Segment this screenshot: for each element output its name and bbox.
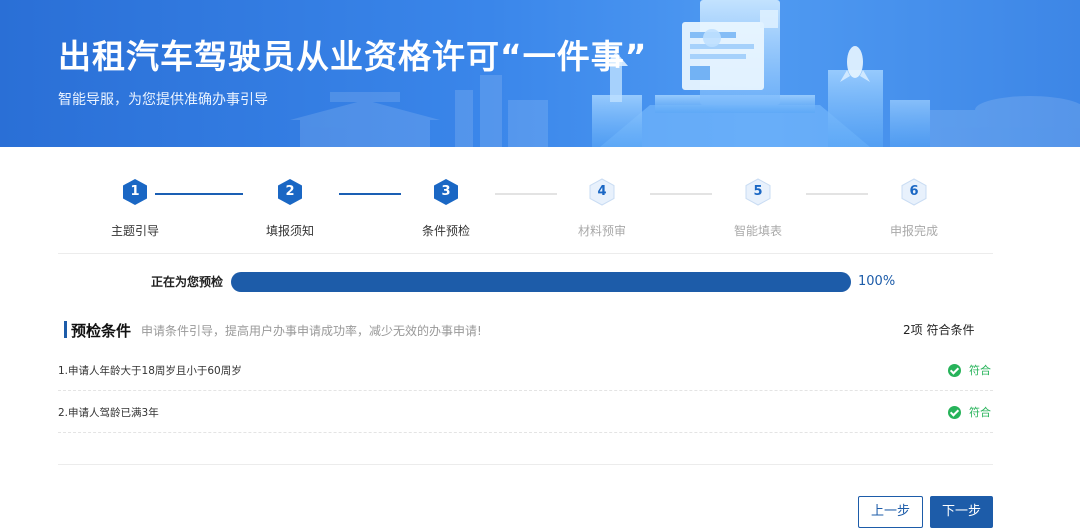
step-label: 申报完成: [889, 224, 938, 238]
prev-step-button[interactable]: 上一步: [858, 496, 923, 528]
step-1: 1 主题引导: [75, 178, 195, 239]
page-subtitle: 智能导服，为您提供准确办事引导: [58, 92, 268, 108]
progress-fill: [231, 272, 851, 292]
divider: [58, 464, 993, 465]
hexagon-icon: 6: [901, 178, 927, 206]
status-text: 符合: [969, 406, 991, 419]
hexagon-icon: 3: [433, 178, 459, 206]
conditions-summary: 2项 符合条件: [903, 323, 975, 337]
step-2: 2 填报须知: [230, 178, 350, 239]
banner: 出租汽车驾驶员从业资格许可“一件事” 智能导服，为您提供准确办事引导: [0, 0, 1080, 147]
progress-percent: 100%: [858, 274, 896, 289]
step-label: 材料预审: [577, 224, 626, 238]
step-5: 5 智能填表: [698, 178, 818, 239]
step-label: 主题引导: [110, 224, 159, 238]
step-number: 3: [441, 184, 451, 199]
step-6: 6 申报完成: [854, 178, 974, 239]
step-indicator: 1 主题引导 2 填报须知 3 条件预检 4 材料预审 5 智能填表 6 申报完…: [58, 178, 993, 238]
step-4: 4 材料预审: [542, 178, 662, 239]
condition-text: 1.申请人年龄大于18周岁且小于60周岁: [58, 365, 242, 377]
next-step-button[interactable]: 下一步: [930, 496, 993, 528]
hexagon-icon: 1: [122, 178, 148, 206]
step-label: 智能填表: [733, 224, 782, 238]
step-number: 5: [753, 184, 763, 199]
step-number: 6: [909, 184, 919, 199]
page-title: 出租汽车驾驶员从业资格许可“一件事”: [58, 37, 648, 76]
step-label: 条件预检: [421, 224, 470, 238]
condition-status: 符合: [948, 362, 991, 378]
step-number: 2: [285, 184, 295, 199]
hexagon-icon: 2: [277, 178, 303, 206]
step-label: 填报须知: [265, 224, 314, 238]
divider: [58, 253, 993, 254]
condition-text: 2.申请人驾龄已满3年: [58, 407, 159, 419]
progress-bar: [231, 272, 851, 292]
condition-row: 1.申请人年龄大于18周岁且小于60周岁 符合: [58, 349, 993, 391]
section-title: 预检条件: [71, 322, 132, 340]
section-description: 申请条件引导，提高用户办事申请成功率，减少无效的办事申请!: [141, 324, 482, 338]
hexagon-icon: 5: [745, 178, 771, 206]
condition-row: 2.申请人驾龄已满3年 符合: [58, 391, 993, 433]
check-circle-icon: [948, 363, 961, 377]
step-number: 1: [130, 184, 140, 199]
progress-label: 正在为您预检: [151, 275, 224, 289]
section-accent-bar: [64, 321, 67, 338]
step-3: 3 条件预检: [386, 178, 506, 239]
step-number: 4: [597, 184, 607, 199]
status-text: 符合: [969, 364, 991, 377]
hexagon-icon: 4: [589, 178, 615, 206]
condition-status: 符合: [948, 404, 991, 420]
check-circle-icon: [948, 405, 961, 419]
